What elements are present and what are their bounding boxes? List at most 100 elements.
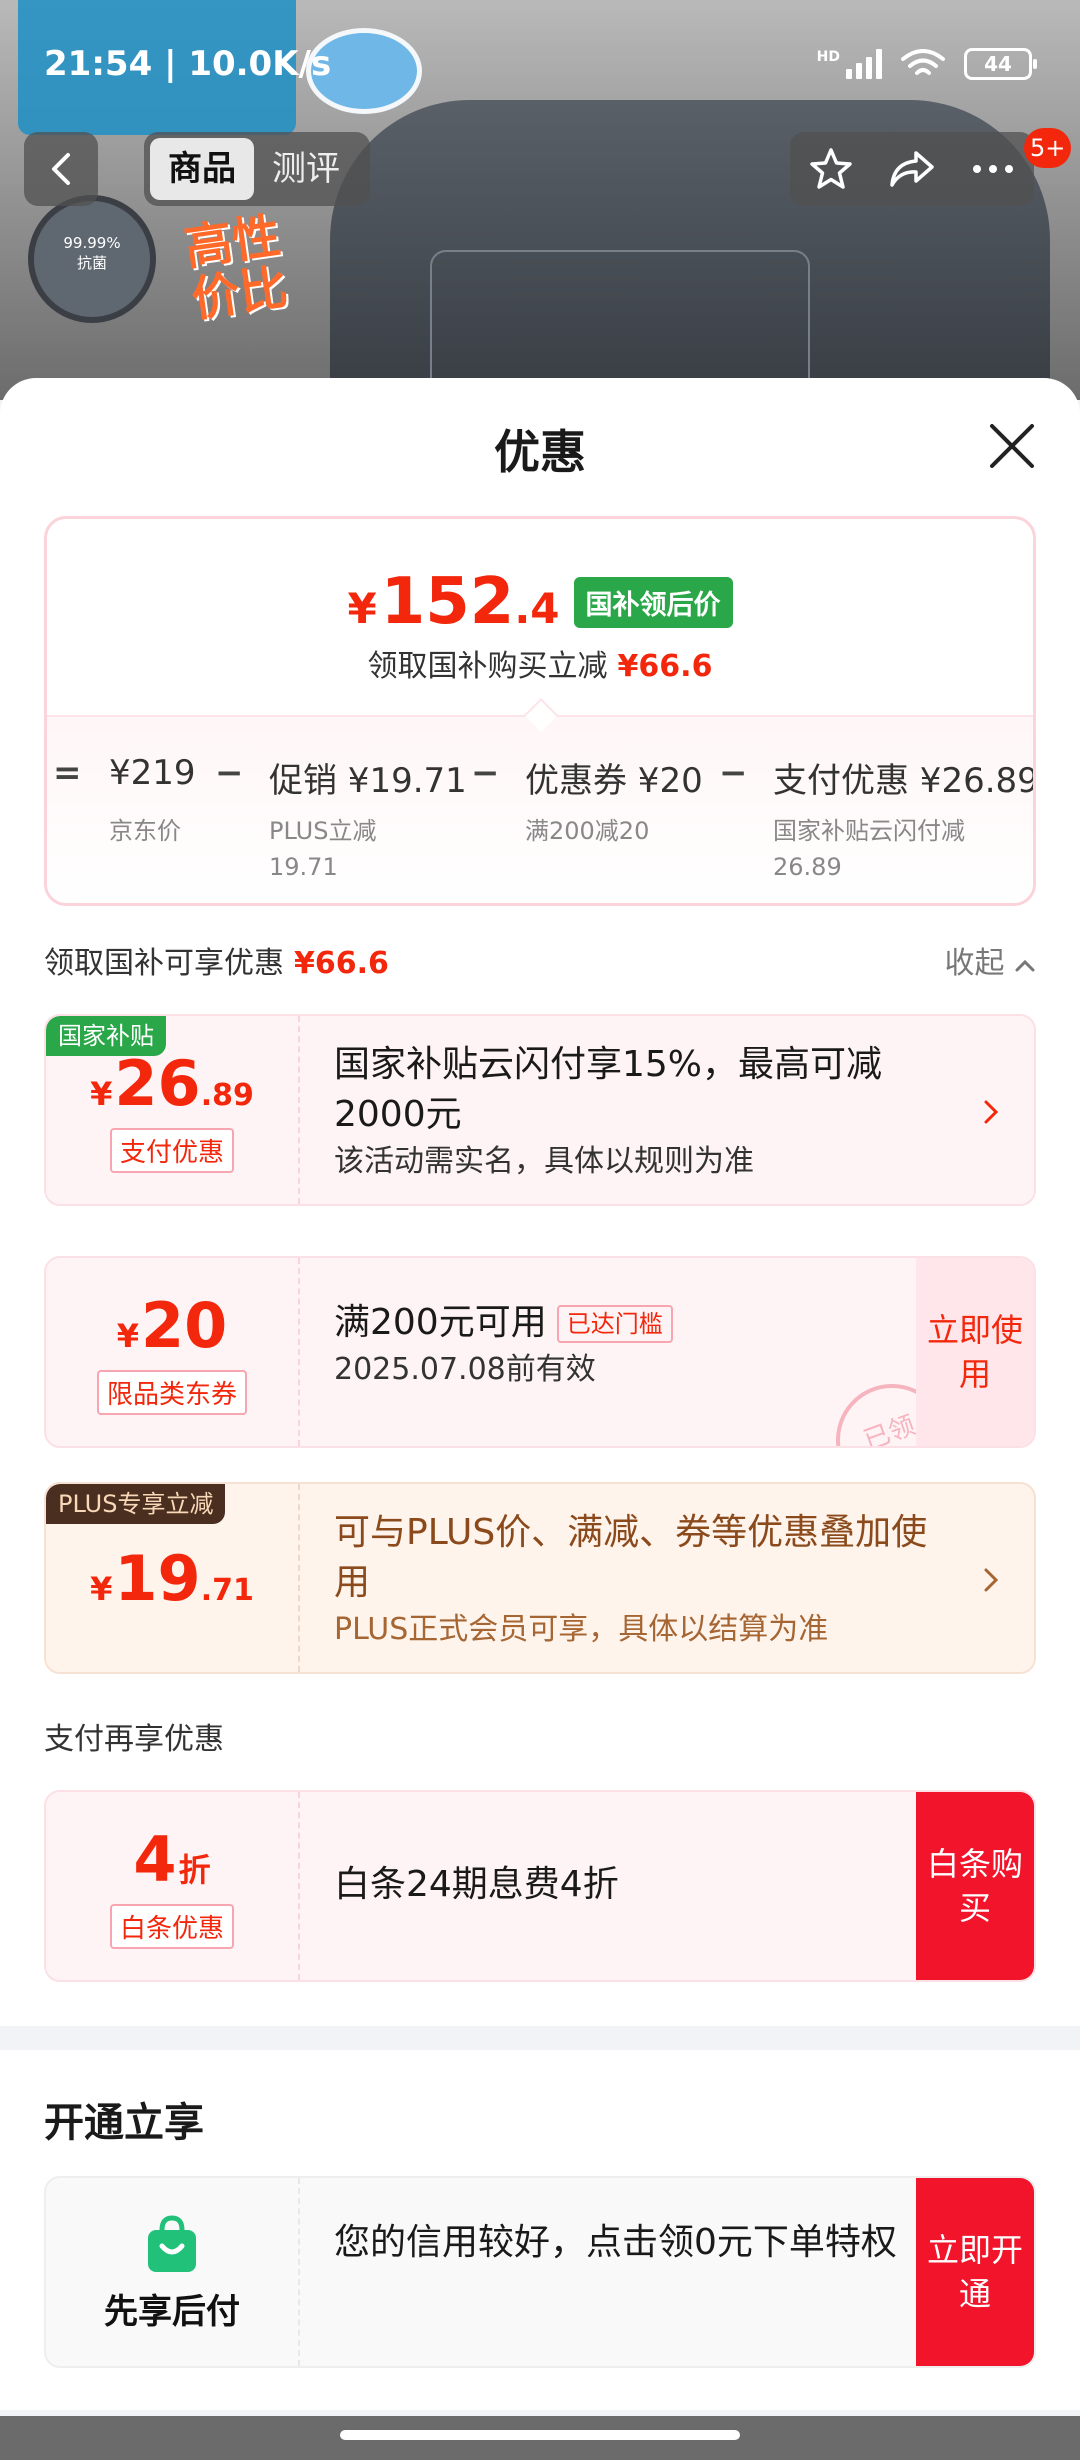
antibacterial-badge: 99.99% 抗菌 (28, 195, 156, 323)
shopping-bag-icon (148, 2214, 196, 2272)
coupon-type-tag: 白条优惠 (109, 1904, 234, 1949)
back-icon (52, 153, 70, 185)
subsidy-corner-tag: 国家补贴 (46, 1016, 166, 1056)
coupon-type-tag: 支付优惠 (109, 1128, 234, 1173)
collapse-button[interactable]: 收起 (944, 938, 1036, 982)
coupon-title: 白条24期息费4折 (334, 1864, 619, 1905)
coupon-amount: ¥20 (117, 1289, 228, 1362)
discount-amount: 4折 (133, 1823, 210, 1896)
product-actions (790, 132, 1034, 206)
amount-decimal: .89 (200, 1078, 254, 1113)
message-badge: 5+ (1024, 128, 1072, 168)
amount-integer: 19 (114, 1541, 201, 1615)
tab-product[interactable]: 商品 (150, 138, 254, 200)
currency-symbol: ¥ (90, 1075, 113, 1113)
amount-decimal: .71 (200, 1572, 254, 1608)
favorite-button[interactable] (801, 139, 861, 199)
pay-later-name: 先享后付 (104, 2291, 240, 2332)
open-section-title: 开通立享 (44, 2100, 204, 2146)
coupon-title: 国家补贴云闪付享15%，最高可减2000元 (334, 1044, 883, 1135)
section-divider (0, 2026, 1080, 2050)
savings-line: 领取国补购买立减 ¥66.6 (47, 641, 1033, 685)
use-now-button[interactable]: 立即使用 (916, 1258, 1034, 1446)
coupon-card-plus[interactable]: PLUS专享立减 ¥19.71 可与PLUS价、满减、券等优惠叠加使用 PLUS… (44, 1482, 1036, 1674)
coupon-card-subsidy[interactable]: 国家补贴 ¥26.89 支付优惠 国家补贴云闪付享15%，最高可减2000元 该… (44, 1014, 1036, 1206)
threshold-met-tag: 已达门槛 (556, 1305, 673, 1343)
collapse-label: 收起 (944, 946, 1005, 981)
sheet-title: 优惠 (494, 425, 586, 479)
subsidy-price-tag: 国补领后价 (573, 576, 733, 628)
breakdown-coupon-note: 满200减20 (525, 817, 650, 845)
network-type: HD (816, 49, 840, 65)
savings-label: 领取国补购买立减 (367, 649, 608, 684)
amount-integer: 26 (114, 1047, 201, 1120)
coupon-type-tag: 限品类东券 (96, 1370, 247, 1415)
chevron-up-icon (1015, 959, 1035, 972)
pay-later-card: 先享后付 您的信用较好，点击领0元下单特权 立即开通 (44, 2176, 1036, 2368)
discount-integer: 4 (133, 1823, 177, 1896)
share-icon (890, 151, 934, 187)
home-indicator[interactable] (340, 2430, 740, 2440)
amount-integer: 20 (140, 1289, 228, 1362)
product-tabs: 商品 测评 (144, 132, 370, 206)
chevron-right-icon (984, 1568, 999, 1592)
breakdown-payment-note: 国家补贴云闪付减 26.89 (773, 817, 965, 881)
section-label: 领取国补可享优惠 (44, 946, 284, 981)
savings-amount: ¥66.6 (617, 649, 713, 684)
breakdown-payment: 支付优惠 ¥26.89 (773, 761, 1036, 801)
open-section: 开通立享 先享后付 您的信用较好，点击领0元下单特权 立即开通 (0, 2050, 1080, 2410)
antibacterial-percent: 99.99% (63, 234, 121, 252)
breakdown-jd-price-note: 京东价 (109, 817, 181, 845)
share-button[interactable] (882, 139, 942, 199)
coupon-expiry: 2025.07.08前有效 (334, 1352, 596, 1387)
antibacterial-label: 抗菌 (76, 254, 107, 272)
more-button[interactable] (963, 139, 1023, 199)
subsidy-section-header: 领取国补可享优惠 ¥66.6 收起 (44, 938, 1036, 982)
coupon-title-row: 满200元可用 已达门槛 (334, 1298, 934, 1348)
coupon-title: 满200元可用 (334, 1302, 547, 1343)
plus-corner-tag: PLUS专享立减 (46, 1484, 226, 1524)
price-breakdown: = ¥219 京东价 − 促销 ¥19.71 PLUS立减 19.71 − 优惠… (47, 715, 1036, 903)
coupon-amount: ¥26.89 (90, 1047, 254, 1120)
signal-icon: HD (817, 49, 882, 79)
coupon-card-jd: ¥20 限品类东券 满200元可用 已达门槛 2025.07.08前有效 已领 立… (44, 1256, 1036, 1448)
section-amount: ¥66.6 (294, 946, 389, 981)
breakdown-jd-price: ¥219 (109, 753, 196, 793)
more-icon (973, 165, 1014, 173)
currency-symbol: ¥ (90, 1569, 113, 1608)
back-button[interactable] (24, 132, 98, 206)
currency-symbol: ¥ (347, 584, 377, 633)
minus-sign: − (471, 753, 500, 793)
system-nav-bar (0, 2416, 1080, 2460)
price-decimal: .4 (514, 584, 560, 633)
star-icon (809, 148, 852, 189)
breakdown-promotion: 促销 ¥19.71 (269, 761, 467, 801)
breakdown-coupon: 优惠券 ¥20 (525, 761, 703, 801)
coupon-amount: ¥19.71 (90, 1542, 254, 1615)
currency-symbol: ¥ (116, 1317, 139, 1355)
open-now-button[interactable]: 立即开通 (916, 2178, 1034, 2366)
price-summary: ¥ 152 .4 国补领后价 领取国补购买立减 ¥66.6 = ¥219 京东价 … (44, 516, 1036, 906)
coupon-title: 可与PLUS价、满减、券等优惠叠加使用 (334, 1512, 928, 1603)
coupon-desc: 该活动需实名，具体以规则为准 (334, 1144, 754, 1179)
baitiao-card: 4折 白条优惠 白条24期息费4折 白条购买 (44, 1790, 1036, 1982)
coupon-desc: PLUS正式会员可享，具体以结算为准 (334, 1612, 829, 1647)
discount-sheet: 优惠 ¥ 152 .4 国补领后价 领取国补购买立减 ¥66.6 = ¥219 京… (0, 378, 1080, 2026)
close-icon[interactable] (984, 418, 1040, 474)
price-integer: 152 (380, 565, 515, 639)
wifi-icon (901, 49, 945, 75)
status-bar: 21:54 | 10.0K/s HD 44 (0, 0, 1080, 100)
pay-later-desc: 您的信用较好，点击领0元下单特权 (334, 2222, 897, 2263)
breakdown-promotion-note: PLUS立减 19.71 (269, 817, 377, 881)
slogan-text: 高性价比 (181, 207, 292, 329)
final-price: ¥ 152 .4 国补领后价 (47, 565, 1033, 639)
baitiao-buy-button[interactable]: 白条购买 (916, 1792, 1034, 1980)
tab-review[interactable]: 测评 (254, 138, 358, 200)
discount-unit: 折 (178, 1851, 211, 1889)
status-time: 21:54 | 10.0K/s (44, 44, 332, 84)
pay-section-header: 支付再享优惠 (44, 1722, 224, 1757)
chevron-right-icon (984, 1100, 999, 1124)
battery-icon: 44 (964, 48, 1037, 80)
minus-sign: − (215, 753, 244, 793)
equals-sign: = (53, 753, 82, 793)
